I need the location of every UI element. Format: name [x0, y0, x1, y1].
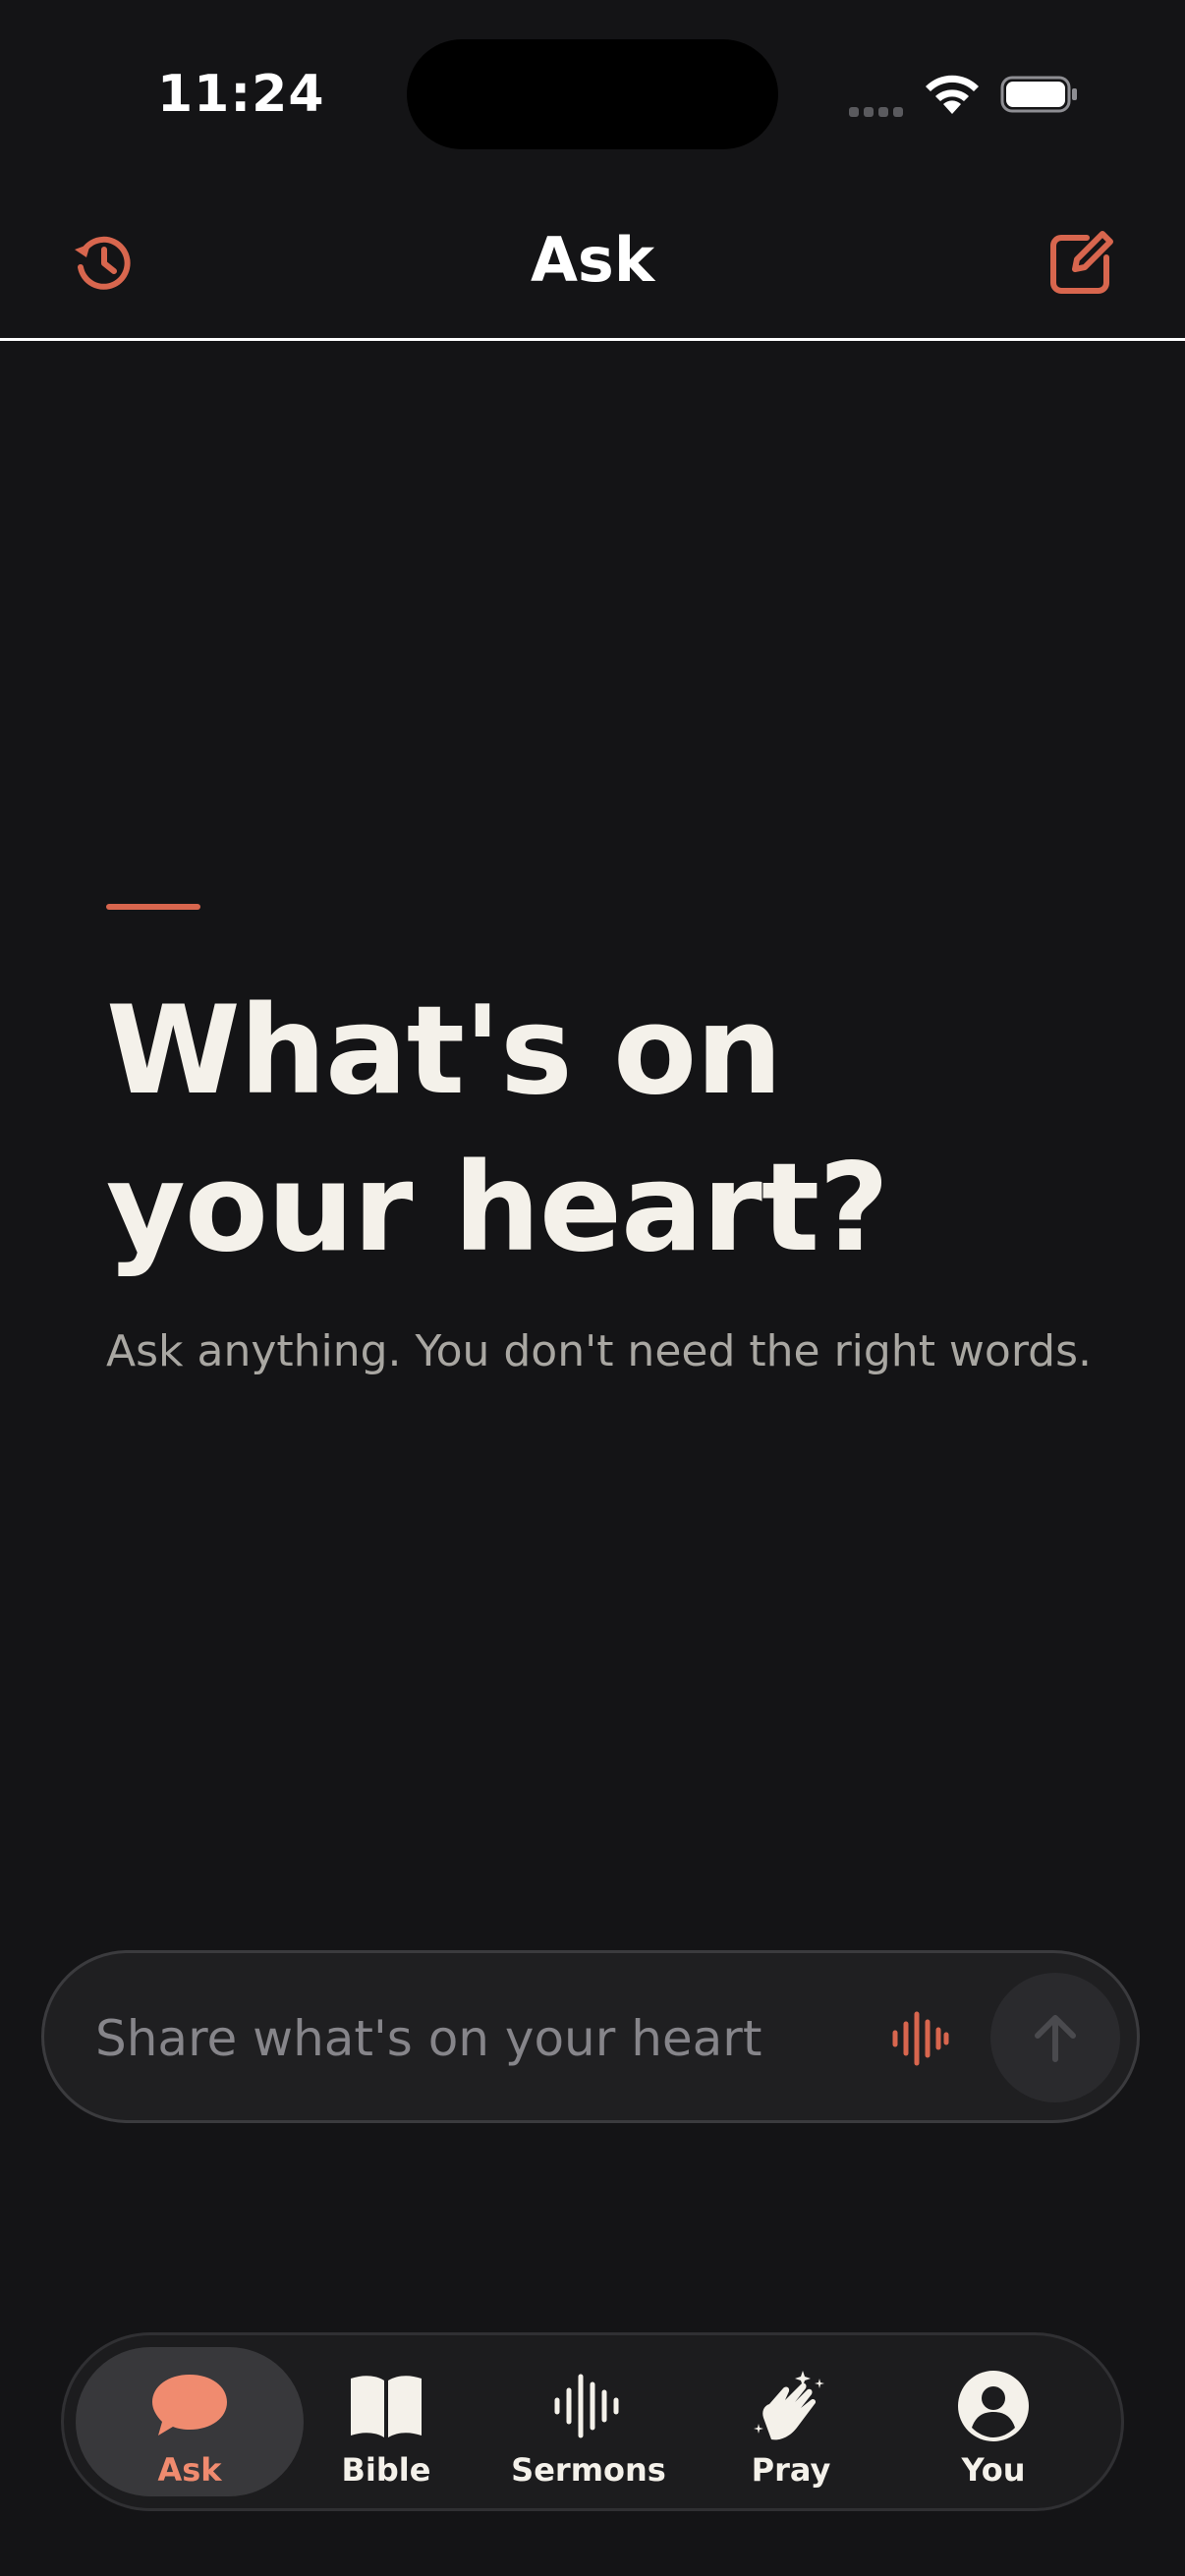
tab-label-ask: Ask [157, 2451, 222, 2489]
page-title: Ask [530, 224, 655, 296]
navigation-bar: Ask [0, 187, 1185, 341]
battery-icon [1000, 76, 1077, 113]
headline-line-2: your heart? [106, 1138, 889, 1279]
tab-pray[interactable]: Pray [691, 2347, 891, 2496]
headline: What's on your heart? [106, 973, 1089, 1287]
accent-divider [106, 904, 200, 910]
tab-bible[interactable]: Bible [286, 2347, 486, 2496]
book-icon [351, 2376, 422, 2437]
status-time: 11:24 [157, 65, 325, 124]
tab-label-bible: Bible [341, 2451, 431, 2489]
headline-line-1: What's on [106, 980, 782, 1122]
tab-you[interactable]: You [893, 2347, 1094, 2496]
dynamic-island [407, 39, 778, 149]
wifi-icon [926, 75, 979, 114]
message-input[interactable] [95, 2002, 862, 2075]
tab-sermons[interactable]: Sermons [488, 2347, 689, 2496]
compose-icon[interactable] [1047, 228, 1116, 297]
praying-hands-icon [754, 2371, 824, 2440]
tab-bar: Ask Bible Sermons Pray You [61, 2332, 1124, 2511]
person-icon [958, 2371, 1029, 2441]
tab-label-pray: Pray [751, 2451, 831, 2489]
send-button[interactable] [990, 1973, 1120, 2102]
tab-label-sermons: Sermons [511, 2451, 666, 2489]
cellular-signal-icon [849, 102, 908, 121]
tab-ask[interactable]: Ask [76, 2347, 304, 2496]
subtitle: Ask anything. You don't need the right w… [106, 1326, 1092, 1376]
message-composer [41, 1950, 1140, 2123]
tab-label-you: You [961, 2451, 1026, 2489]
voice-waveform-icon[interactable] [885, 2004, 954, 2073]
chat-bubble-icon [152, 2375, 227, 2436]
arrow-up-icon [1035, 2015, 1076, 2062]
status-bar: 11:24 [0, 0, 1185, 187]
waveform-icon [554, 2374, 619, 2438]
